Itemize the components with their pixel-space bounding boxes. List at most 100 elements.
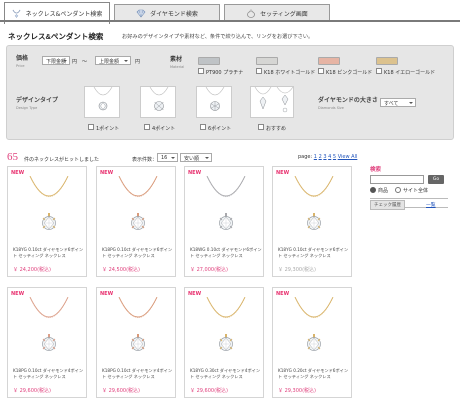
tab-underline — [0, 20, 460, 22]
tab-label: セッティング画面 — [260, 10, 308, 18]
platinum-checkbox[interactable] — [198, 68, 204, 74]
necklace-image[interactable] — [203, 297, 249, 359]
price-unit-min: 円 — [72, 59, 78, 65]
necklace-image[interactable] — [291, 176, 337, 238]
necklace-image[interactable] — [203, 176, 249, 238]
design-6point-label: 6ポイント — [208, 126, 232, 132]
design-6point-checkbox[interactable] — [200, 124, 206, 130]
product-card[interactable]: NEW K18YG 0.10ct ダイヤモンド6ポイント セッティング ネックレス… — [272, 166, 352, 277]
product-name[interactable]: K18YG 0.10ct ダイヤモンド6ポイント セッティング ネックレス — [278, 247, 350, 259]
pendant-6point-icon — [205, 86, 225, 111]
design-6point-thumb[interactable] — [196, 86, 232, 118]
tab-label: ネックレス&ペンダント検索 — [25, 11, 103, 18]
per-page-select[interactable]: 16 — [157, 153, 178, 162]
view-all-link[interactable]: View All — [338, 154, 358, 160]
result-count-text: 件のネックレスがヒットしました — [24, 157, 100, 163]
product-card[interactable]: NEW K18YG 0.30ct ダイヤモンド4ポイント セッティング ネックレス… — [184, 287, 264, 398]
product-name[interactable]: K18PG 0.10ct ダイヤモンド4ポイント セッティング ネックレス — [13, 368, 85, 380]
design-4point-thumb[interactable] — [140, 86, 176, 118]
necklace-image[interactable] — [115, 176, 161, 238]
yellow-gold-swatch — [376, 57, 398, 65]
scope-label-product: 商品 — [378, 188, 389, 194]
platinum-label: PT900 プラチナ — [206, 70, 244, 76]
new-badge: NEW — [100, 291, 114, 297]
sidebar-search-input[interactable] — [370, 175, 424, 184]
product-price: ￥ 29,600(税込) — [102, 388, 140, 394]
necklace-image[interactable] — [291, 297, 337, 359]
necklace-icon — [12, 9, 21, 18]
product-price: ￥ 24,200(税込) — [13, 267, 51, 273]
sidebar-search-button[interactable]: Go — [428, 175, 444, 184]
scope-label-site: サイト全体 — [403, 188, 429, 194]
pink-gold-label: K18 ピンクゴールド — [326, 70, 373, 76]
price-max-select[interactable]: 上限金額 — [95, 56, 131, 65]
price-tilde: 〜 — [82, 59, 88, 65]
pagination: page: 1 2 3 4 5 View All — [298, 154, 357, 160]
white-gold-swatch — [256, 57, 278, 65]
product-card[interactable]: NEW K18PG 0.10ct ダイヤモンド4ポイント セッティング ネックレス… — [7, 287, 87, 398]
diamond-size-select[interactable]: すべて — [380, 98, 416, 107]
pendant-4point-icon — [149, 86, 169, 111]
history-label[interactable]: チェック履歴 — [370, 200, 405, 210]
necklace-image[interactable] — [26, 176, 72, 238]
new-badge: NEW — [276, 291, 290, 297]
new-badge: NEW — [11, 170, 25, 176]
scope-radio-site[interactable] — [395, 187, 401, 193]
necklace-image[interactable] — [26, 297, 72, 359]
product-price: ￥ 27,000(税込) — [190, 267, 228, 273]
yellow-gold-label: K18 イエローゴールド — [384, 70, 436, 76]
page-intro: お好みのデザインタイプや素材など、条件で絞り込んで、リングをお選び下さい。 — [122, 34, 314, 40]
pink-gold-checkbox[interactable] — [318, 68, 324, 74]
material-label: 素材 Material — [170, 57, 185, 69]
white-gold-checkbox[interactable] — [256, 68, 262, 74]
tab-diamond-search[interactable]: ダイヤモンド検索 — [114, 4, 220, 21]
product-card[interactable]: NEW K18PG 0.10ct ダイヤモンド4ポイント セッティング ネックレス… — [96, 287, 176, 398]
per-page-label: 表示件数： — [132, 157, 158, 163]
design-4point-label: 4ポイント — [152, 126, 176, 132]
page-link-2[interactable]: 2 — [319, 154, 322, 160]
product-name[interactable]: K18YG 0.30ct ダイヤモンド4ポイント セッティング ネックレス — [190, 368, 262, 380]
design-label: デザインタイプ Design Type — [16, 98, 59, 110]
scope-radio-product[interactable] — [370, 187, 376, 193]
pendant-1point-icon — [93, 86, 113, 111]
diamond-icon — [136, 9, 146, 18]
design-recommend-thumb[interactable] — [250, 86, 294, 118]
page-link-3[interactable]: 3 — [323, 154, 326, 160]
product-price: ￥ 24,500(税込) — [102, 267, 140, 273]
yellow-gold-checkbox[interactable] — [376, 68, 382, 74]
product-name[interactable]: K18YG 0.10ct ダイヤモンド6ポイント セッティング ネックレス — [13, 247, 85, 259]
price-min-select[interactable]: 下限金額 — [42, 56, 70, 65]
tab-setting[interactable]: セッティング画面 — [224, 4, 330, 21]
product-name[interactable]: K18YG 0.20ct ダイヤモンド6ポイント セッティング ネックレス — [278, 368, 350, 380]
product-card[interactable]: NEW K18YG 0.20ct ダイヤモンド6ポイント セッティング ネックレス… — [272, 287, 352, 398]
design-recommend-checkbox[interactable] — [258, 124, 264, 130]
product-price: ￥ 29,300(税込) — [278, 267, 316, 273]
setting-icon — [246, 8, 256, 18]
history-list-link[interactable]: 一覧 — [426, 201, 436, 208]
page-link-1[interactable]: 1 — [314, 154, 317, 160]
sort-select[interactable]: 安い順 — [180, 153, 212, 162]
product-name[interactable]: K18PG 0.10ct ダイヤモンド4ポイント セッティング ネックレス — [102, 368, 174, 380]
price-label: 価格 Price — [16, 56, 29, 68]
design-1point-thumb[interactable] — [84, 86, 120, 118]
design-1point-checkbox[interactable] — [88, 124, 94, 130]
necklace-image[interactable] — [115, 297, 161, 359]
tab-label: ダイヤモンド検索 — [150, 10, 198, 18]
product-card[interactable]: NEW K18PG 0.10ct ダイヤモンド6ポイント セッティング ネックレス… — [96, 166, 176, 277]
page-link-4[interactable]: 4 — [328, 154, 331, 160]
product-card[interactable]: NEW K18YG 0.10ct ダイヤモンド6ポイント セッティング ネックレス… — [7, 166, 87, 277]
design-1point-label: 1ポイント — [96, 126, 120, 132]
page-title: ネックレス&ペンダント検索 — [8, 32, 104, 41]
page-link-5[interactable]: 5 — [333, 154, 336, 160]
sidebar-search-title: 検索 — [370, 167, 382, 173]
page-label: page: — [298, 154, 313, 160]
new-badge: NEW — [11, 291, 25, 297]
product-name[interactable]: K18PG 0.10ct ダイヤモンド6ポイント セッティング ネックレス — [102, 247, 174, 259]
product-name[interactable]: K18WG 0.10ct ダイヤモンド6ポイント セッティング ネックレス — [190, 247, 262, 259]
platinum-swatch — [198, 57, 220, 65]
product-price: ￥ 29,300(税込) — [278, 388, 316, 394]
product-card[interactable]: NEW K18WG 0.10ct ダイヤモンド6ポイント セッティング ネックレス… — [184, 166, 264, 277]
new-badge: NEW — [100, 170, 114, 176]
design-4point-checkbox[interactable] — [144, 124, 150, 130]
pendant-recommend-icon — [254, 86, 294, 113]
